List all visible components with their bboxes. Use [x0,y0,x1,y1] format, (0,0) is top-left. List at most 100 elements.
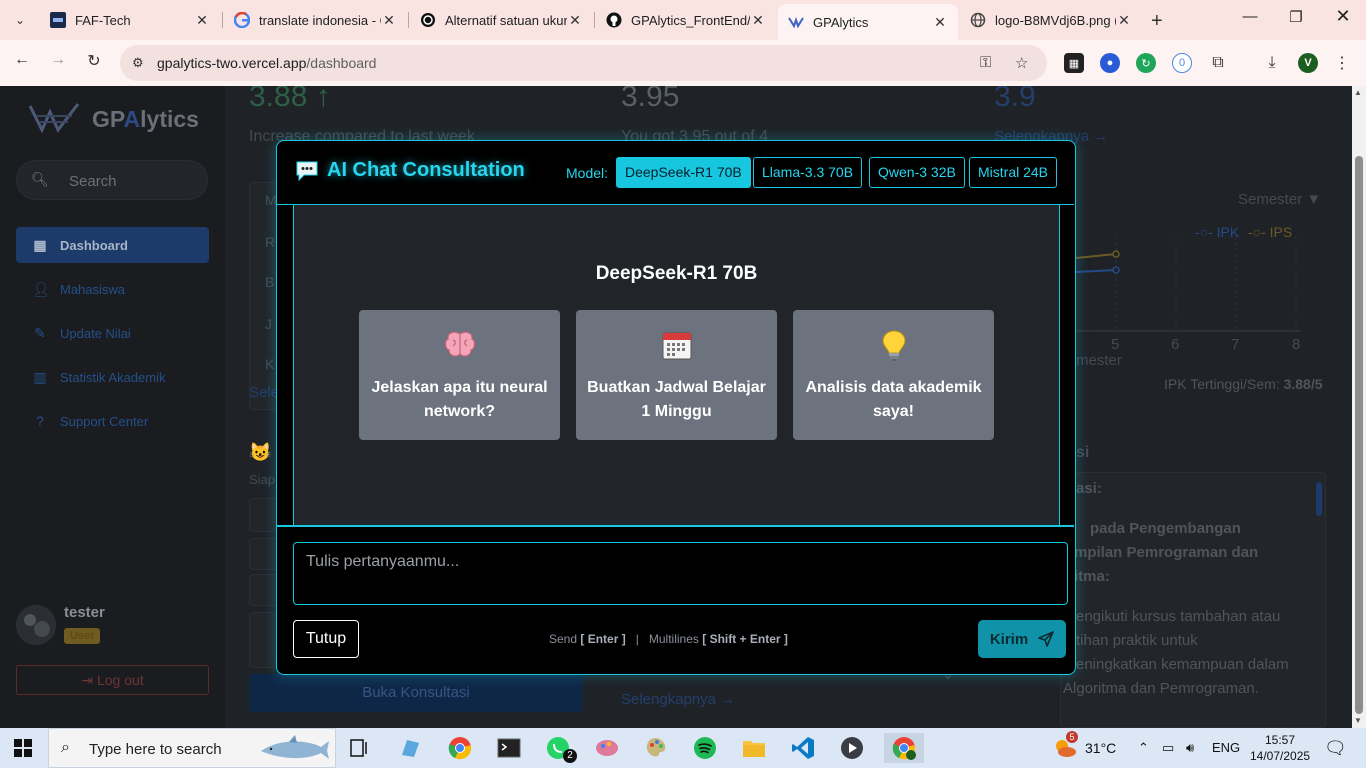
extensions-puzzle-icon[interactable]: ⧉ [1208,53,1228,73]
model-button-llama[interactable]: Llama-3.3 70B [753,157,863,188]
tab-search-menu-button[interactable]: ⌄ [8,8,32,32]
tab-close-icon[interactable]: ✕ [194,12,210,29]
paint-app-icon[interactable] [592,733,622,763]
github-favicon-icon [606,12,622,28]
tab-faf-tech[interactable]: FAF-Tech ✕ [40,4,220,36]
extension-icon[interactable]: ↻ [1136,53,1156,73]
model-button-qwen[interactable]: Qwen-3 32B [869,157,965,188]
media-player-icon[interactable] [837,733,867,763]
tab-close-icon[interactable]: ✕ [932,14,948,31]
tab-title: translate indonesia - G [259,12,381,28]
temperature-text[interactable]: 31°C [1085,740,1116,756]
logout-icon: ⇥ [81,672,97,688]
back-arrow-icon[interactable]: ← [10,51,34,69]
tab-alternatif[interactable]: Alternatif satuan ukur ✕ [410,4,593,36]
consult-input-field[interactable] [249,538,279,570]
send-label: Kirim [989,630,1029,648]
chrome-app-icon[interactable] [445,733,475,763]
minimize-icon[interactable]: — [1230,8,1270,25]
ipk-chart-icon [1076,236,1301,332]
notification-icon[interactable]: 🗨︎ [1324,738,1347,759]
bottom-more-link[interactable]: Selengkapnya → [621,691,735,708]
close-button[interactable]: Tutup [293,620,359,658]
whatsapp-app-icon[interactable]: 2 [543,733,577,763]
hint-multiline: Multilines [648,632,699,646]
sidebar-item-statistik[interactable]: ▥ Statistik Akademik [16,359,209,395]
model-button-mistral[interactable]: Mistral 24B [969,157,1058,188]
chrome-profile-app-icon[interactable] [884,733,924,763]
open-consultation-button[interactable]: Buka Konsultasi [249,674,583,712]
scroll-down-icon[interactable]: ▼ [1354,716,1362,725]
browser-menu-icon[interactable]: ⋮ [1332,53,1352,73]
address-bar[interactable]: ⚙ gpalytics-two.vercel.app/dashboard ⚿ ☆ [120,45,1047,81]
palette-app-icon[interactable] [641,733,671,763]
scroll-up-icon[interactable]: ▲ [1354,88,1362,97]
sidebar-item-label: Statistik Akademik [60,370,166,385]
consult-input-field[interactable] [249,612,279,668]
close-window-icon[interactable]: ✕ [1323,6,1363,27]
openai-favicon-icon [421,13,435,27]
tab-close-icon[interactable]: ✕ [750,12,766,29]
clock[interactable]: 15:57 14/07/2025 [1250,732,1310,764]
terminal-app-icon[interactable] [494,733,524,763]
vscode-app-icon[interactable] [788,733,818,763]
bookmark-star-icon[interactable]: ☆ [1015,54,1028,72]
sidebar-item-update-nilai[interactable]: ✎ Update Nilai [16,315,209,351]
download-icon[interactable]: ⤓ [1262,53,1282,73]
taskbar-search-placeholder: Type here to search [89,741,222,758]
suggestion-card-neural-network[interactable]: Jelaskan apa itu neural network? [359,310,560,440]
password-key-icon[interactable]: ⚿ [980,54,991,71]
semester-select[interactable]: Semester ▼ [1238,191,1321,208]
file-explorer-icon[interactable] [739,733,769,763]
tab-translate[interactable]: translate indonesia - G ✕ [224,4,407,36]
avatar[interactable] [16,605,56,645]
recommendation-text: engikuti kursus tambahan atau [1076,608,1281,625]
extension-icon[interactable]: ● [1100,53,1120,73]
sidebar-item-support[interactable]: ? Support Center [16,403,209,439]
profile-avatar[interactable]: V [1298,53,1318,73]
extension-icon[interactable]: 0 [1172,53,1192,73]
tab-close-icon[interactable]: ✕ [381,12,397,29]
notes-app-icon[interactable] [395,733,425,763]
tab-github[interactable]: GPAlytics_FrontEnd/P ✕ [596,4,776,36]
tab-close-icon[interactable]: ✕ [1116,12,1132,29]
model-button-deepseek[interactable]: DeepSeek-R1 70B [616,157,751,188]
page-scrollbar[interactable]: ▲ ▼ [1352,86,1366,728]
reload-icon[interactable]: ↻ [82,51,106,71]
logout-button[interactable]: ⇥ Log out [16,665,209,695]
tab-gpalytics-active[interactable]: GPAlytics ✕ [778,4,958,40]
chat-message-input[interactable] [293,542,1068,605]
suggestion-card-analisis[interactable]: Analisis data akademik saya! [793,310,994,440]
logout-label: Log out [96,672,144,688]
tab-logo-png[interactable]: logo-B8MVdj6B.png ( ✕ [960,4,1142,36]
sidebar-search-input[interactable]: 🔍︎ Search [16,160,208,200]
weather-icon[interactable]: 5 [1052,731,1078,763]
suggestion-card-jadwal[interactable]: Buatkan Jadwal Belajar 1 Minggu [576,310,777,440]
restore-icon[interactable]: ❐ [1276,8,1316,26]
sidebar-item-mahasiswa[interactable]: 👤︎ Mahasiswa [16,271,209,307]
ipk-highest: IPK Tertinggi/Sem: 3.88/5 [1164,376,1323,392]
language-indicator[interactable]: ENG [1212,740,1240,755]
forward-arrow-icon[interactable]: → [46,51,70,69]
tab-close-icon[interactable]: ✕ [567,12,583,29]
scrollbar-thumb[interactable] [1355,156,1363,714]
network-icon[interactable]: ▭ [1162,740,1174,756]
task-view-icon[interactable] [345,733,375,763]
chevron-up-icon[interactable]: ⌃ [1138,740,1149,756]
taskbar-search-box[interactable]: ⌕ Type here to search [48,728,336,768]
url-text[interactable]: gpalytics-two.vercel.app/dashboard [157,55,376,71]
recommendation-scrollbar[interactable] [1316,482,1322,516]
consult-input-field[interactable] [249,574,279,606]
list-more-link[interactable]: Sele [249,384,279,401]
windows-start-icon[interactable] [14,739,32,757]
spotify-app-icon[interactable] [690,733,720,763]
send-button[interactable]: Kirim [978,620,1066,658]
stat-ips-value: 3.95 [621,86,680,113]
volume-icon[interactable]: 🔊︎ [1186,740,1194,756]
new-tab-button[interactable]: + [1151,10,1163,33]
extension-icon[interactable]: ▦ [1064,53,1084,73]
axis-tick: 8 [1292,336,1301,353]
site-info-icon[interactable]: ⚙ [132,55,144,71]
sidebar-item-dashboard[interactable]: ▦ Dashboard [16,227,209,263]
consult-input-field[interactable] [249,498,279,532]
